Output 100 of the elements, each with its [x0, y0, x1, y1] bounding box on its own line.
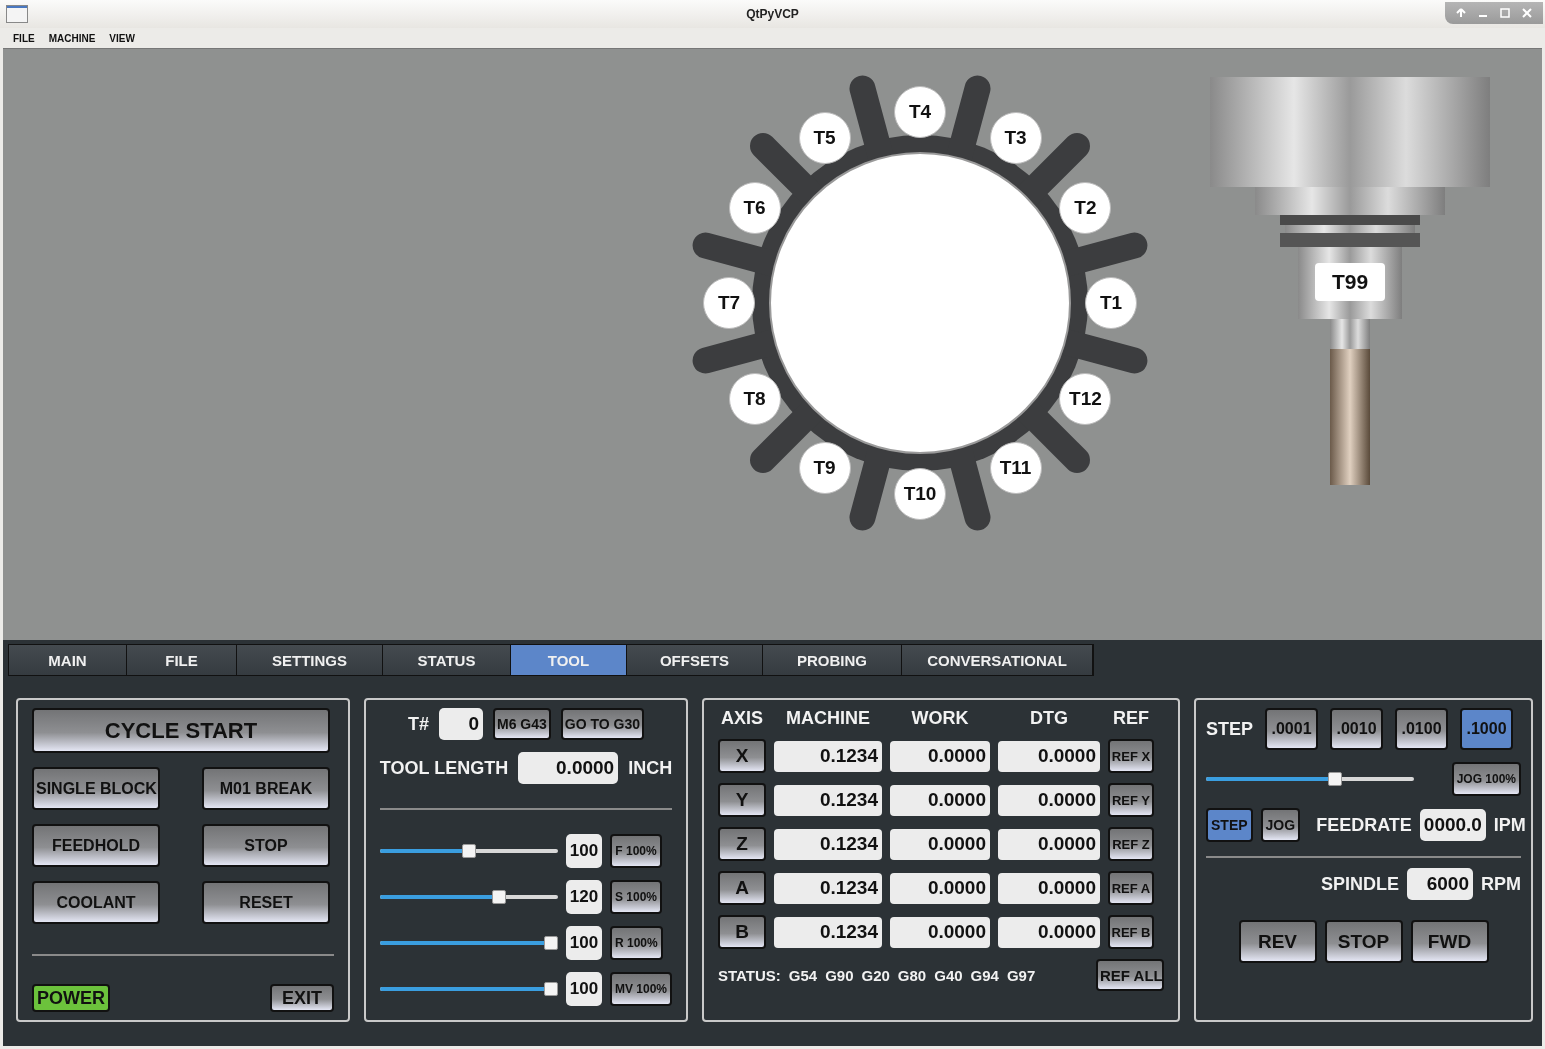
- override-slider[interactable]: [380, 890, 558, 904]
- tool-pocket: T6: [728, 181, 781, 234]
- increment-button[interactable]: .0001: [1265, 708, 1318, 750]
- increment-button[interactable]: .1000: [1460, 708, 1513, 750]
- feedrate-label: FEEDRATE: [1316, 814, 1412, 836]
- tool-button[interactable]: M6 G43: [493, 708, 551, 740]
- spindle-speed-field[interactable]: 6000: [1407, 868, 1473, 900]
- tool-length-label: TOOL LENGTH: [379, 757, 509, 779]
- gcode-status: G80: [897, 966, 927, 984]
- override-value: 100: [566, 972, 602, 1006]
- ref-button[interactable]: REF Y: [1108, 783, 1154, 817]
- spindle-button[interactable]: STOP: [1324, 920, 1403, 963]
- unit-label: RPM: [1481, 873, 1521, 895]
- jog-speed-button[interactable]: JOG 100%: [1451, 762, 1521, 796]
- unit-label: INCH: [628, 757, 673, 779]
- axis-button[interactable]: Z: [718, 827, 766, 861]
- increment-button[interactable]: .0100: [1395, 708, 1448, 750]
- machine-position: 0.1234: [774, 740, 882, 772]
- control-button[interactable]: RESET: [202, 881, 330, 924]
- jog-mode-button[interactable]: JOG: [1260, 808, 1301, 842]
- control-button[interactable]: COOLANT: [32, 881, 160, 924]
- distance-to-go: 0.0000: [998, 740, 1100, 772]
- spindle-label: SPINDLE: [1321, 873, 1399, 895]
- tab[interactable]: PROBING: [763, 645, 902, 675]
- work-position: 0.0000: [890, 916, 990, 948]
- gcode-status: G40: [934, 966, 963, 984]
- override-slider[interactable]: [380, 936, 558, 950]
- tool-length-field[interactable]: 0.0000: [518, 752, 619, 784]
- gcode-status: G94: [970, 966, 999, 984]
- step-label: STEP: [1206, 718, 1253, 740]
- tool-number-field[interactable]: 0: [439, 708, 483, 740]
- tab[interactable]: FILE: [127, 645, 237, 675]
- exit-button[interactable]: EXIT: [270, 984, 334, 1012]
- tab[interactable]: OFFSETS: [627, 645, 763, 675]
- column-header: REF: [1112, 708, 1150, 729]
- override-reset-button[interactable]: MV 100%: [610, 972, 672, 1006]
- axis-button[interactable]: Y: [718, 783, 766, 817]
- control-button[interactable]: FEEDHOLD: [32, 824, 160, 867]
- jog-mode-button[interactable]: STEP: [1206, 808, 1253, 842]
- work-position: 0.0000: [890, 740, 990, 772]
- tool-label: T99: [1315, 263, 1385, 301]
- power-button[interactable]: POWER: [32, 984, 110, 1012]
- axis-button[interactable]: X: [718, 739, 766, 773]
- work-position: 0.0000: [890, 828, 990, 860]
- window-title: QtPyVCP: [746, 7, 799, 21]
- distance-to-go: 0.0000: [998, 916, 1100, 948]
- control-button[interactable]: STOP: [202, 824, 330, 867]
- tool-pocket: T3: [989, 111, 1042, 164]
- status-label: STATUS:: [718, 966, 781, 984]
- axis-button[interactable]: B: [718, 915, 766, 949]
- unit-label: IPM: [1493, 814, 1526, 836]
- tab[interactable]: MAIN: [9, 645, 127, 675]
- spindle-button[interactable]: FWD: [1410, 920, 1489, 963]
- tool-pocket: T5: [798, 111, 851, 164]
- control-button[interactable]: M01 BREAK: [202, 767, 330, 810]
- tool-pocket: T7: [703, 277, 755, 329]
- tool-pocket: T8: [728, 372, 781, 425]
- tab[interactable]: CONVERSATIONAL: [902, 645, 1093, 675]
- ref-button[interactable]: REF X: [1108, 739, 1154, 773]
- tool-pocket: T1: [1085, 277, 1137, 329]
- ref-button[interactable]: REF A: [1108, 871, 1154, 905]
- override-slider[interactable]: [380, 844, 558, 858]
- feedrate-field[interactable]: 0000.0: [1419, 809, 1486, 841]
- gcode-status: G54: [788, 966, 818, 984]
- ref-button[interactable]: REF B: [1108, 915, 1154, 949]
- cycle-start-button[interactable]: CYCLE START: [32, 708, 330, 753]
- menu-item[interactable]: MACHINE: [48, 32, 96, 44]
- tab[interactable]: TOOL: [511, 645, 627, 675]
- increment-button[interactable]: .0010: [1330, 708, 1383, 750]
- menu-item[interactable]: VIEW: [109, 32, 135, 44]
- distance-to-go: 0.0000: [998, 872, 1100, 904]
- arrow-up-icon[interactable]: [1455, 7, 1467, 19]
- control-button[interactable]: SINGLE BLOCK: [32, 767, 160, 810]
- tab[interactable]: STATUS: [383, 645, 511, 675]
- override-value: 100: [566, 926, 602, 960]
- gcode-status: G20: [861, 966, 890, 984]
- override-value: 120: [566, 880, 602, 914]
- machine-position: 0.1234: [774, 872, 882, 904]
- column-header: MACHINE: [785, 708, 871, 729]
- close-icon[interactable]: [1521, 7, 1533, 19]
- spindle-button[interactable]: REV: [1238, 920, 1317, 963]
- axis-button[interactable]: A: [718, 871, 766, 905]
- ref-all-button[interactable]: REF ALL: [1096, 959, 1164, 991]
- tool-number-label: T#: [407, 713, 429, 735]
- override-slider[interactable]: [380, 982, 558, 996]
- menu-item[interactable]: FILE: [13, 32, 35, 44]
- override-reset-button[interactable]: R 100%: [610, 926, 663, 960]
- ref-button[interactable]: REF Z: [1108, 827, 1154, 861]
- tool-button[interactable]: GO TO G30: [560, 708, 644, 740]
- work-position: 0.0000: [890, 784, 990, 816]
- tool-pocket: T9: [798, 442, 851, 495]
- override-reset-button[interactable]: S 100%: [610, 880, 663, 914]
- machine-position: 0.1234: [774, 828, 882, 860]
- column-header: WORK: [910, 708, 970, 729]
- tab[interactable]: SETTINGS: [237, 645, 383, 675]
- tool-pocket: T2: [1059, 181, 1112, 234]
- window-icon: [6, 5, 28, 23]
- column-header: DTG: [1029, 708, 1069, 729]
- override-reset-button[interactable]: F 100%: [610, 834, 662, 868]
- jog-slider[interactable]: [1206, 772, 1414, 786]
